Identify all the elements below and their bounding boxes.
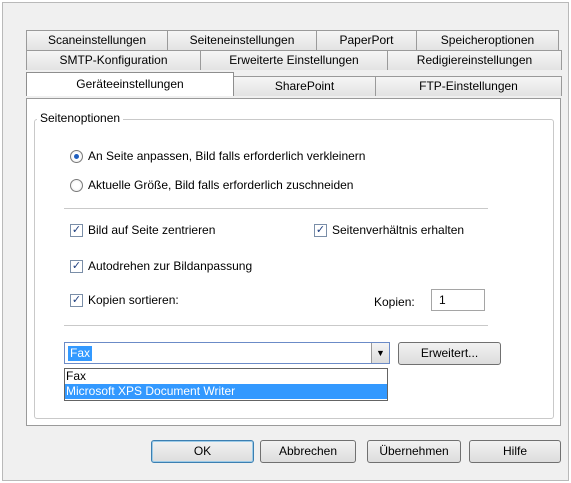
dropdown-option-fax[interactable]: Fax	[65, 369, 387, 384]
help-button[interactable]: Hilfe	[469, 440, 561, 463]
radio-actual-size[interactable]: Aktuelle Größe, Bild falls erforderlich …	[70, 178, 353, 192]
tab-row-2: SMTP-Konfiguration Erweiterte Einstellun…	[26, 50, 562, 70]
checkbox-keep-aspect[interactable]: ✓ Seitenverhältnis erhalten	[314, 223, 464, 237]
checkbox-center-image[interactable]: ✓ Bild auf Seite zentrieren	[70, 223, 215, 237]
printer-selected-value: Fax	[68, 346, 93, 361]
group-title: Seitenoptionen	[37, 111, 124, 125]
tab-advanced-settings[interactable]: Erweiterte Einstellungen	[200, 50, 388, 70]
tab-row-3: Geräteeinstellungen SharePoint FTP-Einst…	[26, 72, 562, 96]
separator	[64, 208, 488, 209]
printer-select[interactable]: Fax ▼	[64, 342, 390, 364]
separator	[64, 325, 488, 326]
checkbox-checked[interactable]: ✓	[314, 223, 327, 237]
checkbox-checked[interactable]: ✓	[70, 223, 83, 237]
settings-dialog: Scaneinstellungen Seiteneinstellungen Pa…	[2, 2, 569, 481]
advanced-button[interactable]: Erweitert...	[398, 342, 501, 365]
checkbox-collate[interactable]: ✓ Kopien sortieren:	[70, 293, 179, 307]
copies-label: Kopien:	[374, 295, 415, 309]
tab-page-settings[interactable]: Seiteneinstellungen	[167, 30, 317, 50]
checkbox-checked[interactable]: ✓	[70, 259, 83, 273]
apply-button[interactable]: Übernehmen	[367, 440, 461, 463]
tab-panel-device-settings: Seitenoptionen An Seite anpassen, Bild f…	[26, 98, 561, 426]
cancel-button[interactable]: Abbrechen	[260, 440, 356, 463]
checkbox-checked[interactable]: ✓	[70, 293, 83, 307]
ok-button[interactable]: OK	[151, 440, 254, 463]
chevron-down-icon[interactable]: ▼	[371, 343, 389, 363]
keep-aspect-label: Seitenverhältnis erhalten	[332, 223, 465, 237]
collate-label: Kopien sortieren:	[88, 293, 179, 307]
center-image-label: Bild auf Seite zentrieren	[88, 223, 216, 237]
tab-smtp-config[interactable]: SMTP-Konfiguration	[26, 50, 201, 70]
tab-save-options[interactable]: Speicheroptionen	[416, 30, 559, 50]
radio-button-selected[interactable]	[70, 149, 83, 163]
tab-redaction-settings[interactable]: Redigiereinstellungen	[387, 50, 562, 70]
radio-fit-to-page[interactable]: An Seite anpassen, Bild falls erforderli…	[70, 149, 365, 163]
tab-sharepoint[interactable]: SharePoint	[233, 76, 376, 96]
radio-actual-label: Aktuelle Größe, Bild falls erforderlich …	[88, 178, 354, 192]
tab-device-settings[interactable]: Geräteeinstellungen	[26, 72, 234, 96]
tab-paperport[interactable]: PaperPort	[316, 30, 417, 50]
tab-row-1: Scaneinstellungen Seiteneinstellungen Pa…	[26, 30, 559, 50]
copies-input[interactable]: 1	[431, 289, 485, 311]
autorotate-label: Autodrehen zur Bildanpassung	[88, 259, 253, 273]
radio-button[interactable]	[70, 178, 83, 192]
radio-fit-label: An Seite anpassen, Bild falls erforderli…	[88, 149, 366, 163]
dropdown-option-xps[interactable]: Microsoft XPS Document Writer	[65, 384, 387, 399]
printer-dropdown-list: Fax Microsoft XPS Document Writer	[64, 368, 388, 401]
checkbox-autorotate[interactable]: ✓ Autodrehen zur Bildanpassung	[70, 259, 252, 273]
tab-ftp-settings[interactable]: FTP-Einstellungen	[375, 76, 562, 96]
tab-scan-settings[interactable]: Scaneinstellungen	[26, 30, 168, 50]
